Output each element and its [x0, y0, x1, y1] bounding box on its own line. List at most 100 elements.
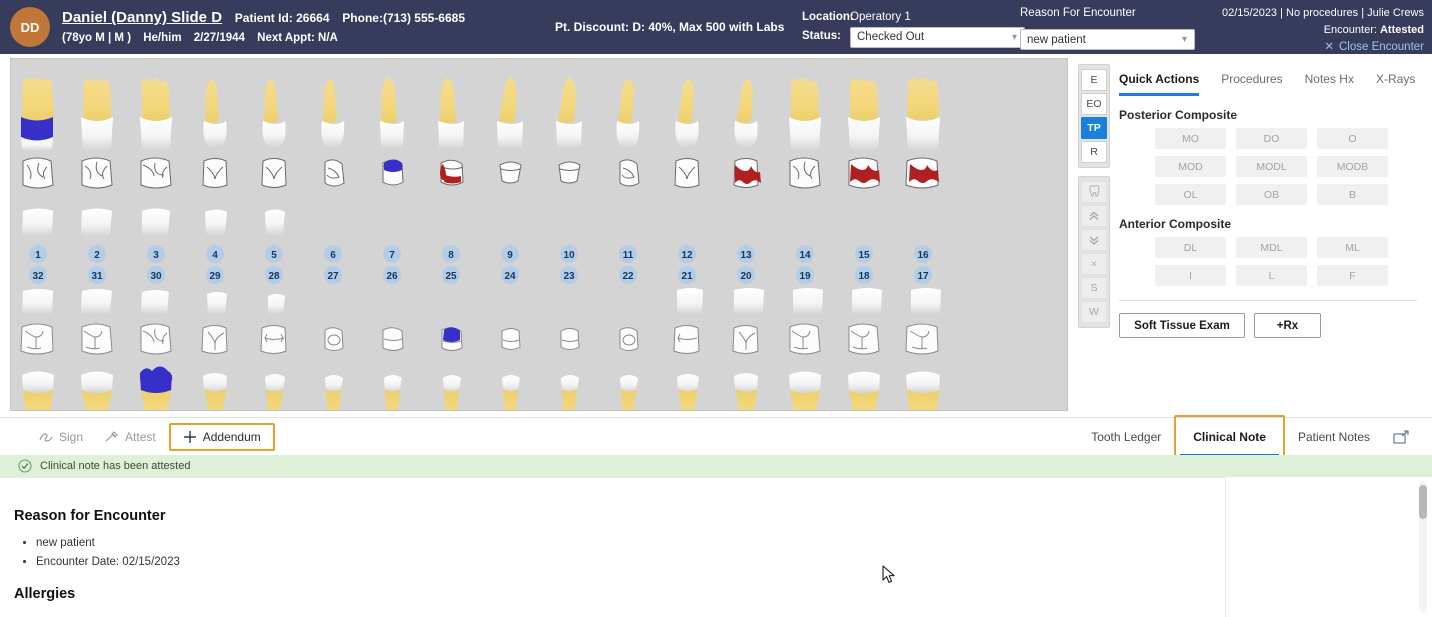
svg-text:15: 15 [858, 250, 870, 261]
surface-s-button[interactable]: S [1081, 277, 1107, 299]
list-item: Encounter Date: 02/15/2023 [36, 553, 1225, 572]
tab-patient-notes[interactable]: Patient Notes [1285, 420, 1383, 454]
sign-button[interactable]: Sign [30, 425, 92, 449]
surface-mod-button[interactable]: MOD [1155, 156, 1226, 177]
reason-select-value: new patient [1027, 33, 1086, 46]
addendum-button[interactable]: Addendum [168, 423, 275, 451]
view-mode-r-button[interactable]: R [1081, 141, 1107, 163]
tab-notes-hx[interactable]: Notes Hx [1305, 72, 1354, 96]
svg-text:26: 26 [386, 271, 398, 282]
upper-occlusal-row [22, 157, 939, 189]
add-rx-button[interactable]: +Rx [1254, 313, 1321, 338]
attestation-banner: Clinical note has been attested [0, 455, 1226, 477]
svg-text:30: 30 [150, 271, 162, 282]
surface-w-button[interactable]: W [1081, 301, 1107, 323]
note-scrollbar-thumb[interactable] [1419, 485, 1427, 519]
view-mode-e-button[interactable]: E [1081, 69, 1107, 91]
encounter-status-value: Attested [1379, 24, 1424, 37]
surface-o-button[interactable]: O [1317, 128, 1388, 149]
tooth-chart-graphic[interactable]: 1 2 3 4 5 6 7 8 9 10 11 12 13 14 15 16 3… [11, 59, 1067, 410]
svg-text:18: 18 [858, 271, 870, 282]
surface-do-button[interactable]: DO [1236, 128, 1307, 149]
soft-tissue-exam-button[interactable]: Soft Tissue Exam [1119, 313, 1245, 338]
note-side-filler [1227, 477, 1432, 617]
posterior-composite-buttons: MO DO O MOD MODL MODB OL OB B [1113, 128, 1423, 205]
attest-button[interactable]: Attest [96, 425, 165, 449]
patient-primary-line: Daniel (Danny) Slide D Patient Id: 26664… [62, 6, 465, 29]
view-mode-tp-button[interactable]: TP [1081, 117, 1107, 139]
location-label: Location: [802, 10, 854, 23]
tooth-number-badges: 1 2 3 4 5 6 7 8 9 10 11 12 13 14 15 16 3… [29, 245, 932, 284]
surface-modb-button[interactable]: MODB [1317, 156, 1388, 177]
status-select[interactable]: Checked Out ▾ [850, 26, 1025, 48]
surface-mo-button[interactable]: MO [1155, 128, 1226, 149]
status-label: Status: [802, 29, 841, 42]
tab-clinical-note[interactable]: Clinical Note [1180, 420, 1279, 457]
surface-i-button[interactable]: I [1155, 265, 1226, 286]
upper-crown-row [22, 208, 285, 237]
location-value: Operatory 1 [850, 10, 911, 23]
svg-text:4: 4 [212, 250, 218, 261]
attestation-banner-filler [1226, 455, 1432, 477]
surface-b-button[interactable]: B [1317, 184, 1388, 205]
svg-text:25: 25 [445, 271, 457, 282]
chart-view-toolbar[interactable]: E EO TP R × S W [1078, 64, 1110, 328]
svg-text:21: 21 [681, 271, 693, 282]
surface-modl-button[interactable]: MODL [1236, 156, 1307, 177]
view-mode-eo-button[interactable]: EO [1081, 93, 1107, 115]
reason-select[interactable]: new patient ▾ [1020, 29, 1195, 50]
note-view-tabs: Tooth Ledger Clinical Note Patient Notes [1078, 415, 1420, 459]
collapse-up-button[interactable] [1081, 205, 1107, 227]
patient-id: Patient Id: 26664 [234, 11, 330, 26]
clear-selection-button[interactable]: × [1081, 253, 1107, 275]
encounter-header: Location: Operatory 1 Status: Checked Ou… [782, 0, 1432, 54]
tab-procedures[interactable]: Procedures [1221, 72, 1282, 96]
surface-dl-button[interactable]: DL [1155, 237, 1226, 258]
close-encounter-button[interactable]: ✕ Close Encounter [1324, 39, 1424, 57]
reason-for-encounter-group: Reason For Encounter new patient ▾ [1020, 7, 1195, 50]
svg-text:32: 32 [32, 271, 44, 282]
patient-summary: DD Daniel (Danny) Slide D Patient Id: 26… [0, 0, 784, 54]
panel-tabs: Quick Actions Procedures Notes Hx X-Rays [1113, 60, 1423, 96]
upper-roots-row [21, 77, 940, 152]
surface-ob-button[interactable]: OB [1236, 184, 1307, 205]
attest-label: Attest [125, 430, 156, 444]
view-mode-group: E EO TP R [1078, 64, 1110, 168]
attestation-message: Clinical note has been attested [40, 460, 191, 472]
svg-text:27: 27 [327, 271, 339, 282]
patient-name[interactable]: Daniel (Danny) Slide D [62, 9, 222, 26]
location-status-group: Location: Operatory 1 Status: Checked Ou… [802, 7, 1025, 48]
svg-text:7: 7 [389, 250, 395, 261]
patient-age-sex: (78yo M | M ) [62, 31, 132, 44]
location-row: Location: Operatory 1 [802, 7, 1025, 26]
patient-header-bar: DD Daniel (Danny) Slide D Patient Id: 26… [0, 0, 1432, 54]
svg-text:6: 6 [330, 250, 336, 261]
tooth-chart[interactable]: 1 2 3 4 5 6 7 8 9 10 11 12 13 14 15 16 3… [10, 58, 1068, 411]
dental-chart-application: DD Daniel (Danny) Slide D Patient Id: 26… [0, 0, 1432, 617]
surface-l-button[interactable]: L [1236, 265, 1307, 286]
surface-mdl-button[interactable]: MDL [1236, 237, 1307, 258]
chevron-double-down-icon [1089, 236, 1099, 245]
tab-tooth-ledger[interactable]: Tooth Ledger [1078, 420, 1174, 454]
encounter-meta-group: 02/15/2023 | No procedures | Julie Crews… [1222, 5, 1424, 57]
tab-quick-actions[interactable]: Quick Actions [1119, 72, 1200, 96]
tab-x-rays[interactable]: X-Rays [1376, 72, 1415, 96]
svg-text:14: 14 [799, 250, 811, 261]
expand-down-button[interactable] [1081, 229, 1107, 251]
patient-secondary-line: (78yo M | M ) He/him 2/27/1944 Next Appt… [62, 30, 465, 48]
surface-ml-button[interactable]: ML [1317, 237, 1388, 258]
note-list-reason: new patient Encounter Date: 02/15/2023 [36, 534, 1225, 572]
surface-f-button[interactable]: F [1317, 265, 1388, 286]
status-row: Status: Checked Out ▾ [802, 26, 1025, 48]
tooth-icon-button[interactable] [1081, 181, 1107, 203]
surface-ol-button[interactable]: OL [1155, 184, 1226, 205]
note-actions-group: Sign Attest Addendum [30, 418, 275, 456]
note-scrollbar[interactable] [1419, 481, 1427, 613]
upper-number-row: 1 2 3 4 5 6 7 8 9 10 11 12 13 14 15 16 [29, 245, 932, 263]
expand-note-button[interactable] [1383, 424, 1420, 451]
svg-text:29: 29 [209, 271, 221, 282]
clinical-note-body[interactable]: Reason for Encounter new patient Encount… [0, 477, 1226, 617]
svg-text:22: 22 [622, 271, 634, 282]
svg-text:13: 13 [740, 250, 752, 261]
encounter-meta: 02/15/2023 | No procedures | Julie Crews [1222, 7, 1424, 19]
